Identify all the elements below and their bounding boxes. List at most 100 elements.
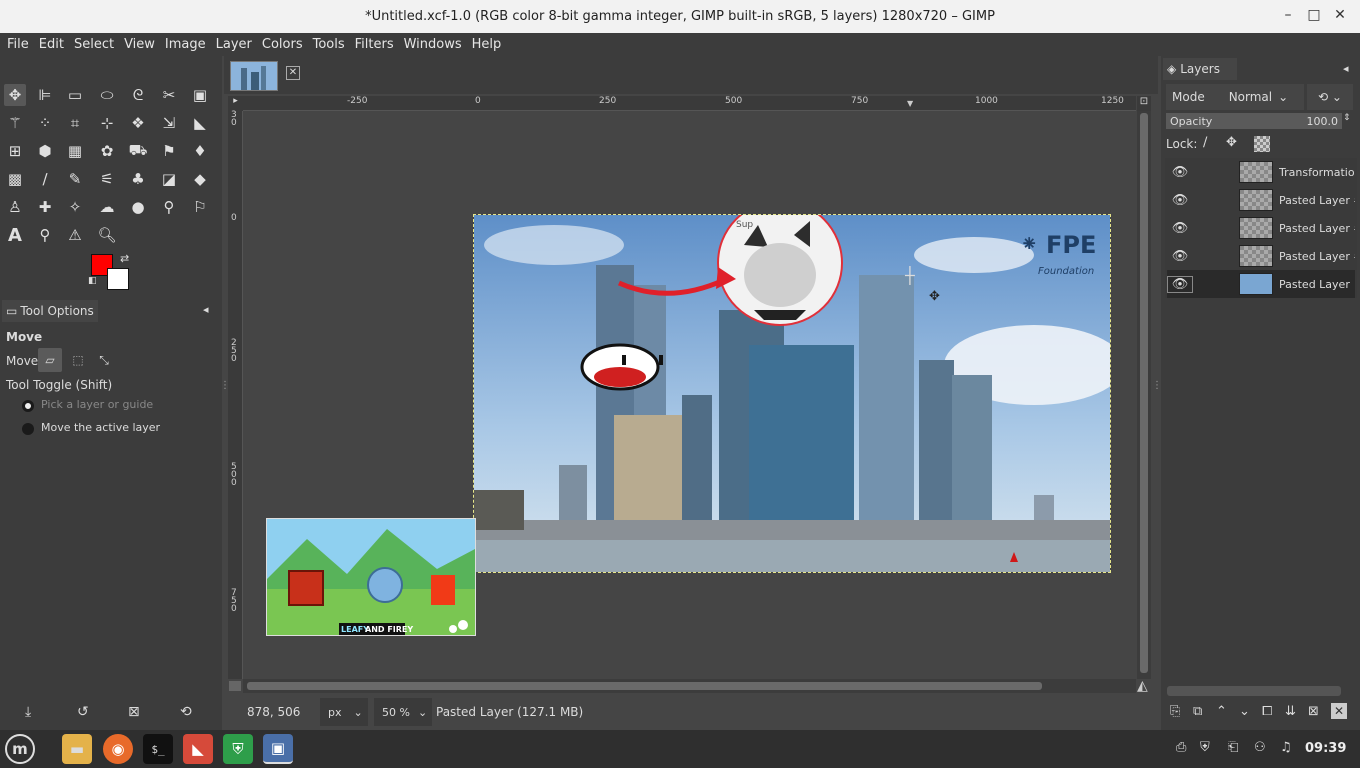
network-icon[interactable]: ⚇ — [1254, 740, 1266, 755]
measure-tool-icon[interactable]: ⚠ — [64, 224, 86, 246]
opacity-slider[interactable]: Opacity 100.0 — [1166, 113, 1342, 129]
unit-select[interactable]: px ⌄ — [320, 698, 368, 726]
layer-row[interactable]: 👁︎ Transformation — [1167, 158, 1355, 186]
raise-layer-icon[interactable]: ⌃ — [1216, 704, 1227, 719]
menu-windows[interactable]: Windows — [399, 37, 467, 52]
layer-row[interactable]: 👁︎ Pasted Layer # — [1167, 214, 1355, 242]
zoom-select[interactable]: 50 % ⌄ — [374, 698, 432, 726]
composite-mode-button[interactable]: ⟲ ⌄ — [1307, 84, 1353, 110]
clone-tool-icon[interactable]: ♙ — [4, 196, 26, 218]
clipboard-icon[interactable]: ⎙ — [1176, 740, 1186, 755]
background-color-swatch[interactable] — [107, 268, 129, 290]
smudge-tool-icon[interactable]: ☁ — [96, 196, 118, 218]
mint-menu-icon[interactable]: m — [5, 734, 35, 764]
perspective-icon[interactable]: ⬢ — [34, 140, 56, 162]
files-icon[interactable]: ▬ — [62, 734, 92, 764]
layers-hscroll[interactable] — [1167, 686, 1341, 696]
city-photo-layer[interactable]: Sup FPE Foundation ⁕ — [473, 200, 1124, 573]
move-path-icon[interactable]: ⤡ — [92, 348, 116, 372]
foreground-select-icon[interactable]: ▣ — [189, 84, 211, 106]
paths-icon[interactable]: ⚐ — [189, 196, 211, 218]
visibility-eye-icon[interactable]: 👁︎ — [1167, 249, 1193, 264]
lock-alpha-icon[interactable] — [1254, 136, 1270, 152]
close-tab-icon[interactable]: ✕ — [286, 66, 300, 80]
minimize-button[interactable]: – — [1279, 7, 1297, 23]
merge-layer-icon[interactable]: ⇊ — [1285, 704, 1296, 719]
blur-icon[interactable]: ✧ — [64, 196, 86, 218]
eraser-icon[interactable]: ◆ — [189, 168, 211, 190]
visibility-eye-icon[interactable]: 👁︎ — [1167, 165, 1193, 180]
color-picker-icon[interactable]: ⚲ — [34, 224, 56, 246]
opacity-spinner-icon[interactable]: ⇕ — [1343, 113, 1351, 123]
cage-transform-icon[interactable]: ▦ — [64, 140, 86, 162]
airbrush-icon[interactable]: ⚟ — [96, 168, 118, 190]
gegl-tool-icon[interactable]: ✿ — [96, 140, 118, 162]
gradient-icon[interactable]: ▩ — [4, 168, 26, 190]
image-tab-thumbnail[interactable] — [230, 61, 278, 91]
reset-options-icon[interactable]: ⟲ — [180, 704, 192, 720]
crop-tool-icon[interactable]: ⌗ — [64, 112, 86, 134]
visibility-eye-icon[interactable]: 👁︎ — [1167, 275, 1193, 293]
gimp-app-icon[interactable]: ◣ — [183, 734, 213, 764]
mask-layer-icon[interactable]: ⊠ — [1308, 704, 1319, 719]
shield-app-icon[interactable]: ⛨ — [223, 734, 253, 764]
move-tool-icon[interactable]: ✥ — [4, 84, 26, 106]
default-colors-icon[interactable]: ◧ — [88, 276, 97, 286]
ruler-left[interactable]: 3 0 0 2 5 0 5 0 0 7 5 0 — [228, 111, 243, 679]
visibility-eye-icon[interactable]: 👁︎ — [1167, 221, 1193, 236]
new-layer-icon[interactable]: ⎘ — [1170, 704, 1180, 719]
menu-edit[interactable]: Edit — [34, 37, 69, 52]
color-select-icon[interactable]: ⁘ — [34, 112, 56, 134]
shear-tool-icon[interactable]: ◣ — [189, 112, 211, 134]
bucket-fill-icon[interactable]: ⛟ — [127, 140, 149, 162]
mypaint-brush-icon[interactable]: ◪ — [158, 168, 180, 190]
layer-row[interactable]: 👁︎ Pasted Layer # — [1167, 186, 1355, 214]
heal-tool-icon[interactable]: ✚ — [34, 196, 56, 218]
sound-icon[interactable]: ♫ — [1280, 740, 1292, 755]
horizontal-scrollbar[interactable] — [243, 679, 1136, 693]
pencil-icon[interactable]: ✎ — [64, 168, 86, 190]
warp-transform-icon[interactable]: ❖ — [127, 112, 149, 134]
lock-pixels-icon[interactable]: ∕ — [1203, 135, 1207, 150]
paintbrush-icon[interactable]: ∕ — [34, 168, 56, 190]
menu-view[interactable]: View — [119, 37, 160, 52]
dodge-burn-icon[interactable]: ● — [127, 196, 149, 218]
flip-tool-icon[interactable]: ⇲ — [158, 112, 180, 134]
scissors-select-icon[interactable]: ✂ — [158, 84, 180, 106]
mode-select[interactable]: Mode Normal ⌄ — [1166, 84, 1304, 110]
rect-select-icon[interactable]: ▭ — [64, 84, 86, 106]
visibility-eye-icon[interactable]: 👁︎ — [1167, 193, 1193, 208]
clock[interactable]: 09:39 — [1305, 741, 1346, 756]
close-button[interactable]: ✕ — [1331, 7, 1349, 23]
menu-colors[interactable]: Colors — [257, 37, 308, 52]
panel-menu-icon[interactable]: ◂ — [1343, 62, 1349, 75]
handle-transform-icon[interactable]: ⊞ — [4, 140, 26, 162]
layer-row[interactable]: 👁︎ Pasted Layer # — [1167, 242, 1355, 270]
ruler-top[interactable]: -250 0 250 500 750 1000 1250 ▼ — [243, 96, 1136, 111]
layer-row-selected[interactable]: 👁︎ Pasted Layer — [1167, 270, 1355, 298]
panel-menu-icon[interactable]: ◂ — [203, 303, 209, 316]
quick-mask-icon[interactable] — [229, 681, 241, 691]
move-layer-icon[interactable]: ▱ — [38, 348, 62, 372]
image-canvas[interactable]: Sup FPE Foundation ⁕ LEAFY AND FIREY ┼ ✥ — [243, 111, 1136, 679]
radio-move-active[interactable] — [22, 423, 34, 435]
menu-select[interactable]: Select — [69, 37, 119, 52]
move-selection-icon[interactable]: ⬚ — [66, 348, 90, 372]
radio-pick-layer[interactable] — [22, 400, 34, 412]
horizontal-scroll-thumb[interactable] — [247, 682, 1042, 690]
updates-icon[interactable]: ⎗ — [1228, 740, 1238, 755]
text-tool-icon[interactable]: A — [4, 224, 26, 246]
delete-layer-icon[interactable]: ✕ — [1331, 703, 1347, 719]
swap-colors-icon[interactable]: ⇄ — [120, 252, 129, 265]
shield-tray-icon[interactable]: ⛨ — [1200, 740, 1210, 755]
ink-icon[interactable]: ♣ — [127, 168, 149, 190]
fuzzy-select-icon[interactable]: ⚚ — [4, 112, 26, 134]
new-group-icon[interactable]: ⧉ — [1193, 704, 1202, 719]
paths-tool-icon[interactable]: ⚑ — [158, 140, 180, 162]
menu-tools[interactable]: Tools — [308, 37, 350, 52]
firefox-icon[interactable]: ◉ — [103, 734, 133, 764]
menu-file[interactable]: File — [2, 37, 34, 52]
terminal-icon[interactable]: $_ — [143, 734, 173, 764]
menu-help[interactable]: Help — [467, 37, 507, 52]
save-options-icon[interactable]: ⤓ — [25, 704, 31, 720]
